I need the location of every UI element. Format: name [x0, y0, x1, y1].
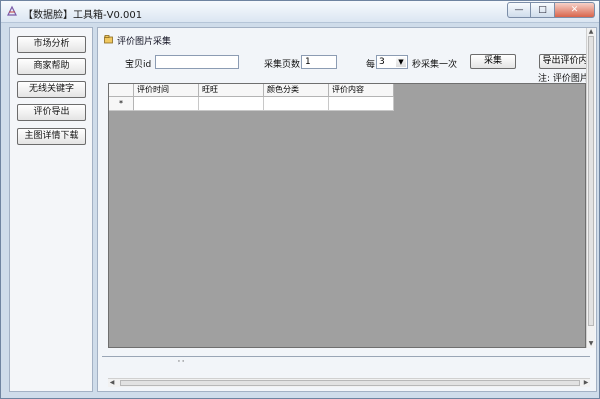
- interval-select[interactable]: 3 ▼: [376, 55, 408, 69]
- table-row[interactable]: *: [109, 97, 394, 111]
- grid-corner-cell: [109, 84, 134, 97]
- divider: [102, 356, 590, 357]
- title-bar[interactable]: 【数据脸】工具箱-V0.001 — □ ✕: [1, 1, 599, 23]
- table-cell[interactable]: [134, 97, 199, 111]
- table-cell[interactable]: [199, 97, 264, 111]
- main-window: 【数据脸】工具箱-V0.001 — □ ✕ 市场分析 商家帮助 无线关键字 评价…: [0, 0, 600, 399]
- table-cell[interactable]: [264, 97, 329, 111]
- collect-button[interactable]: 采集: [470, 54, 516, 69]
- chevron-down-icon[interactable]: ▼: [396, 57, 406, 67]
- new-row-marker: *: [109, 97, 134, 111]
- sidebar-item-wireless-keywords[interactable]: 无线关键字: [17, 81, 86, 98]
- interval-suffix-label: 秒采集一次: [412, 60, 458, 70]
- item-id-label: 宝贝id: [125, 60, 152, 70]
- maximize-button[interactable]: □: [531, 2, 555, 18]
- panel-tab-icon: [104, 35, 113, 44]
- review-image-panel: 评价图片采集 宝贝id 采集页数: 1 每 3 ▼ 秒采集一次 采集 导出评价内…: [97, 27, 597, 392]
- window-title: 【数据脸】工具箱-V0.001: [23, 10, 143, 21]
- column-header-review-content[interactable]: 评价内容: [329, 84, 394, 97]
- every-label: 每: [366, 60, 376, 70]
- review-data-grid[interactable]: 评价时间 旺旺 颜色分类 评价内容 *: [108, 83, 586, 348]
- sidebar-item-market-analysis[interactable]: 市场分析: [17, 36, 86, 53]
- vertical-scrollbar[interactable]: ▲ ▼: [586, 28, 595, 348]
- sidebar-item-review-export[interactable]: 评价导出: [17, 104, 86, 121]
- minimize-button[interactable]: —: [507, 2, 531, 18]
- table-cell[interactable]: [329, 97, 394, 111]
- column-header-color-category[interactable]: 颜色分类: [264, 84, 329, 97]
- sidebar-item-merchant-help[interactable]: 商家帮助: [17, 58, 86, 75]
- scroll-left-icon[interactable]: ◀: [108, 379, 116, 387]
- item-id-input[interactable]: [155, 55, 239, 69]
- panel-title: 评价图片采集: [117, 37, 172, 47]
- grip-mark: ' ': [178, 359, 185, 367]
- vertical-scroll-thumb[interactable]: [588, 36, 594, 326]
- sidebar: 市场分析 商家帮助 无线关键字 评价导出 主图详情下载: [9, 27, 93, 392]
- horizontal-scrollbar[interactable]: ◀ ▶: [108, 378, 590, 387]
- interval-value: 3: [379, 57, 385, 67]
- column-header-review-time[interactable]: 评价时间: [134, 84, 199, 97]
- app-logo-icon: [7, 5, 17, 16]
- horizontal-scroll-thumb[interactable]: [120, 380, 580, 386]
- scroll-right-icon[interactable]: ▶: [582, 379, 590, 387]
- export-reviews-button[interactable]: 导出评价内: [539, 54, 591, 69]
- pages-label: 采集页数:: [264, 60, 304, 70]
- scroll-up-icon[interactable]: ▲: [587, 28, 595, 36]
- grid-header-row: 评价时间 旺旺 颜色分类 评价内容: [109, 84, 394, 97]
- column-header-wangwang[interactable]: 旺旺: [199, 84, 264, 97]
- sidebar-item-main-image-download[interactable]: 主图详情下载: [17, 128, 86, 145]
- scroll-down-icon[interactable]: ▼: [587, 340, 595, 348]
- pages-input[interactable]: 1: [301, 55, 337, 69]
- close-button[interactable]: ✕: [555, 2, 595, 18]
